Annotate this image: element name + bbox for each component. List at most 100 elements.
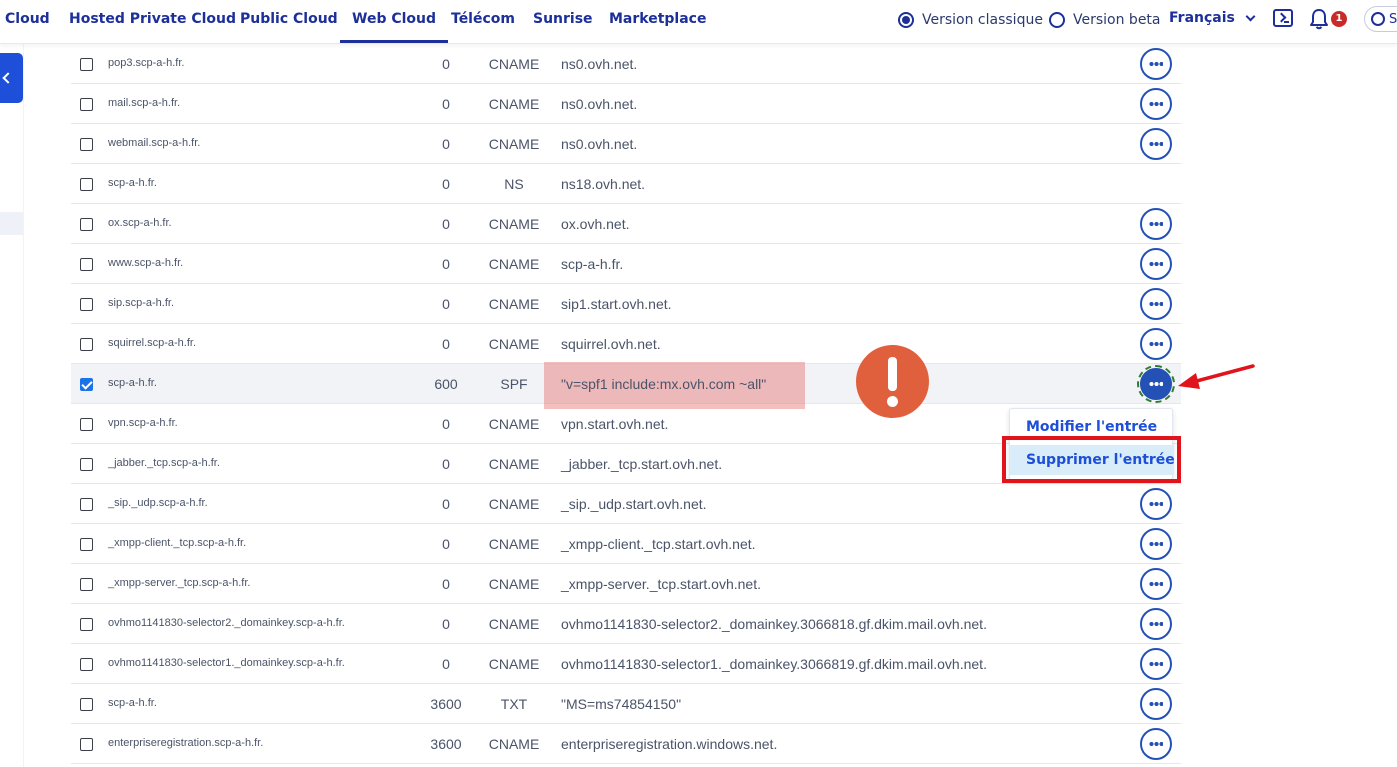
terminal-icon[interactable] [1273, 9, 1293, 27]
record-type: CNAME [488, 336, 540, 352]
table-row: squirrel.scp-a-h.fr. 0 CNAME squirrel.ovh.n… [71, 324, 1181, 364]
ellipsis-icon [1149, 222, 1163, 226]
ellipsis-icon [1149, 542, 1163, 546]
record-domain: _sip._udp.scp-a-h.fr. [108, 497, 208, 509]
version-classic-label: Version classique [922, 12, 1043, 28]
more-actions-button[interactable] [1140, 608, 1172, 640]
nav-hosted-private-cloud[interactable]: Hosted Private Cloud [69, 0, 236, 43]
sidebar-toggle-button[interactable] [0, 53, 23, 103]
ellipsis-icon [1149, 342, 1163, 346]
warning-icon [856, 345, 929, 418]
record-domain: sip.scp-a-h.fr. [108, 297, 175, 309]
language-selector[interactable]: Français [1169, 10, 1256, 26]
more-actions-button[interactable] [1140, 248, 1172, 280]
more-actions-button[interactable] [1140, 568, 1172, 600]
row-checkbox[interactable] [80, 298, 93, 311]
record-domain: squirrel.scp-a-h.fr. [108, 337, 197, 349]
record-type: CNAME [488, 576, 540, 592]
row-checkbox[interactable] [80, 178, 93, 191]
more-actions-button[interactable] [1140, 528, 1172, 560]
table-row: enterpriseregistration.scp-a-h.fr. 3600 CN… [71, 724, 1181, 764]
account-initial: S [1389, 11, 1397, 27]
account-button[interactable]: S [1364, 6, 1397, 32]
record-target: "MS=ms74854150" [561, 696, 682, 712]
record-type: CNAME [488, 616, 540, 632]
radio-unchecked-icon[interactable] [1049, 12, 1065, 28]
delete-entry-menu-item[interactable]: Supprimer l'entrée [1010, 445, 1175, 475]
more-actions-button[interactable] [1140, 728, 1172, 760]
record-target: ns0.ovh.net. [561, 136, 638, 152]
radio-checked-icon[interactable] [898, 12, 914, 28]
more-actions-button[interactable] [1140, 288, 1172, 320]
more-actions-button[interactable] [1140, 88, 1172, 120]
row-checkbox[interactable] [80, 618, 93, 631]
record-target: vpn.start.ovh.net. [561, 416, 669, 432]
record-target: _xmpp-client._tcp.start.ovh.net. [561, 536, 756, 552]
nav-web-cloud[interactable]: Web Cloud [340, 0, 449, 43]
nav-cloud[interactable]: Cloud [5, 0, 50, 43]
record-domain: ovhmo1141830-selector2._domainkey.scp-a-… [108, 617, 345, 629]
ellipsis-icon [1149, 142, 1163, 146]
record-type: TXT [500, 696, 528, 712]
record-target: squirrel.ovh.net. [561, 336, 661, 352]
row-checkbox[interactable] [80, 538, 93, 551]
more-actions-button[interactable] [1140, 328, 1172, 360]
version-classic-option[interactable]: Version classique [898, 10, 1043, 30]
nav-marketplace[interactable]: Marketplace [609, 0, 706, 43]
record-type: NS [504, 176, 524, 192]
row-checkbox[interactable] [80, 338, 93, 351]
row-checkbox[interactable] [80, 658, 93, 671]
nav-sunrise[interactable]: Sunrise [533, 0, 593, 43]
table-row: scp-a-h.fr. 600 SPF "v=spf1 include:mx.ovh.… [71, 362, 1181, 409]
language-label: Français [1169, 10, 1235, 26]
nav-telecom[interactable]: Télécom [451, 0, 515, 43]
row-checkbox[interactable] [80, 738, 93, 751]
record-domain: ovhmo1141830-selector1._domainkey.scp-a-… [108, 657, 345, 669]
record-domain: _jabber._tcp.scp-a-h.fr. [108, 457, 220, 469]
record-target: scp-a-h.fr. [561, 256, 624, 272]
edit-entry-menu-item[interactable]: Modifier l'entrée [1010, 412, 1174, 442]
record-domain: mail.scp-a-h.fr. [108, 97, 181, 109]
more-actions-button[interactable] [1140, 688, 1172, 720]
ellipsis-icon [1149, 302, 1163, 306]
table-row: ovhmo1141830-selector2._domainkey.scp-a-… [71, 604, 1181, 644]
top-navigation: Cloud Hosted Private Cloud Public Cloud … [0, 0, 1397, 44]
more-actions-button[interactable] [1140, 48, 1172, 80]
row-checkbox[interactable] [80, 418, 93, 431]
row-checkbox[interactable] [80, 258, 93, 271]
row-checkbox[interactable] [80, 58, 93, 71]
ellipsis-icon [1149, 382, 1163, 386]
row-checkbox[interactable] [80, 498, 93, 511]
row-checkbox[interactable] [80, 98, 93, 111]
bell-icon[interactable] [1309, 8, 1329, 30]
row-checkbox[interactable] [80, 218, 93, 231]
table-row: sip.scp-a-h.fr. 0 CNAME sip1.start.ovh.net. [71, 284, 1181, 324]
row-checkbox[interactable] [80, 458, 93, 471]
row-checkbox[interactable] [80, 578, 93, 591]
more-actions-button[interactable] [1140, 488, 1172, 520]
user-icon [1371, 12, 1385, 26]
sidebar-active-item[interactable] [0, 212, 23, 235]
record-target: ox.ovh.net. [561, 216, 630, 232]
version-beta-option[interactable]: Version beta [1049, 10, 1161, 30]
more-actions-button[interactable] [1137, 365, 1175, 403]
record-target: ovhmo1141830-selector2._domainkey.306681… [561, 616, 987, 632]
record-type: SPF [500, 376, 528, 392]
record-type: CNAME [488, 56, 540, 72]
row-checkbox[interactable] [80, 378, 93, 391]
record-target-highlighted: "v=spf1 include:mx.ovh.com ~all" [544, 362, 805, 409]
row-checkbox[interactable] [80, 138, 93, 151]
ellipsis-icon [1149, 662, 1163, 666]
record-type: CNAME [488, 736, 540, 752]
record-target: enterpriseregistration.windows.net. [561, 736, 778, 752]
version-beta-label: Version beta [1073, 12, 1161, 28]
record-domain: scp-a-h.fr. [108, 377, 157, 389]
record-type: CNAME [488, 296, 540, 312]
row-checkbox[interactable] [80, 698, 93, 711]
more-actions-button[interactable] [1140, 648, 1172, 680]
more-actions-button[interactable] [1140, 208, 1172, 240]
nav-public-cloud[interactable]: Public Cloud [240, 0, 338, 43]
sidebar-divider [23, 44, 24, 767]
ellipsis-icon [1149, 102, 1163, 106]
more-actions-button[interactable] [1140, 128, 1172, 160]
